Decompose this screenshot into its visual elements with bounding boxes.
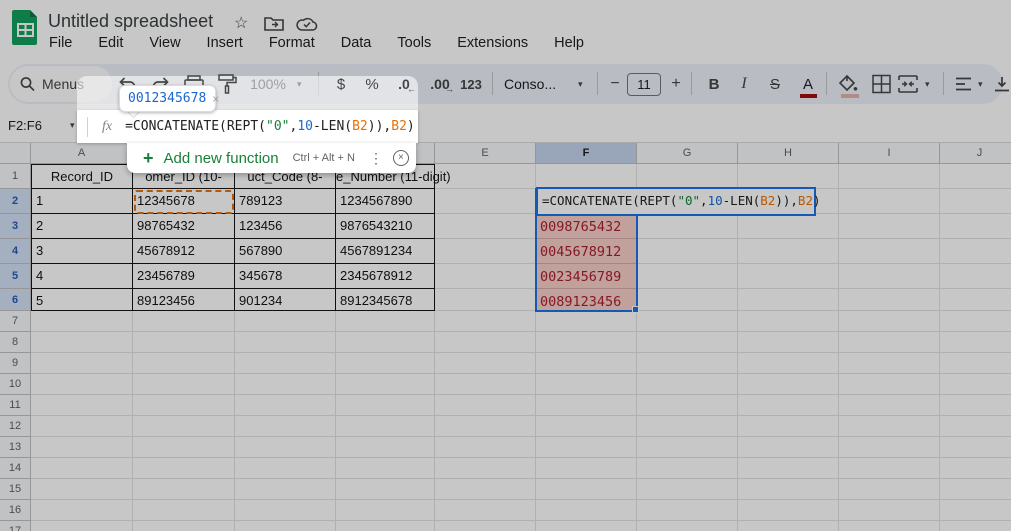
shortcut-hint: Ctrl + Alt + N <box>293 152 355 164</box>
add-new-function-popup: + Add new function Ctrl + Alt + N ⋮ × <box>127 143 416 173</box>
formula-bar-divider <box>87 117 88 137</box>
preview-close-icon[interactable]: × <box>212 92 219 106</box>
google-sheets-window: Untitled spreadsheet ☆ FileEditViewInser… <box>0 0 1011 531</box>
decrease-decimal-button[interactable]: .0← <box>391 71 417 97</box>
formula-input[interactable]: =CONCATENATE(REPT("0",10-LEN(B2)),B2) <box>125 119 415 134</box>
formula-token: B2 <box>391 119 407 134</box>
formula-bar-spotlight: fx =CONCATENATE(REPT("0",10-LEN(B2)),B2) <box>77 110 418 143</box>
formula-token: B2 <box>352 119 368 134</box>
format-percent-button[interactable]: % <box>362 71 382 97</box>
zoom-select[interactable]: 100% <box>248 71 288 97</box>
format-currency-button[interactable]: $ <box>331 71 351 97</box>
close-popup-icon[interactable]: × <box>393 150 409 166</box>
formula-token: -LEN( <box>313 119 352 134</box>
add-new-function-button[interactable]: Add new function <box>164 150 279 167</box>
decrease-decimal-arrow-icon: ← <box>407 84 416 94</box>
preview-value: 0012345678 <box>128 91 206 106</box>
zoom-caret-icon: ▾ <box>297 71 302 97</box>
plus-icon: + <box>143 148 154 169</box>
formula-result-preview: 0012345678 × <box>119 85 216 112</box>
formula-token: "0" <box>266 119 289 134</box>
fx-icon: fx <box>102 119 112 135</box>
formula-token: ) <box>407 119 415 134</box>
more-options-icon[interactable]: ⋮ <box>369 150 383 167</box>
formula-token: =CONCATENATE(REPT( <box>125 119 266 134</box>
formula-token: )), <box>368 119 391 134</box>
paint-format-icon[interactable] <box>217 71 237 97</box>
formula-token: 10 <box>297 119 313 134</box>
